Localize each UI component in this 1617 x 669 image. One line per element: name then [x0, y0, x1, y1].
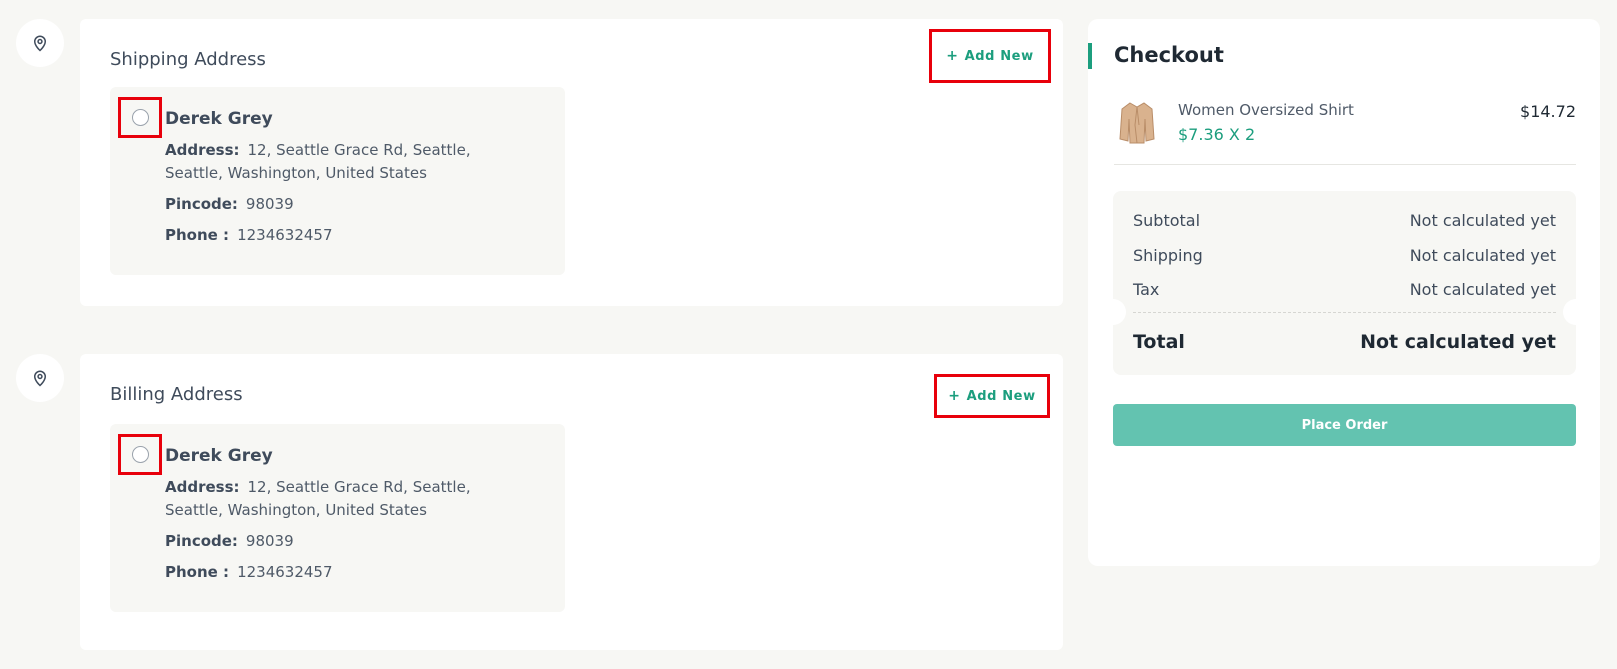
summary-total-row: Total Not calculated yet: [1133, 331, 1556, 353]
shipping-phone: Phone : 1234632457: [165, 224, 333, 247]
billing-address-line: Address: 12, Seattle Grace Rd, Seattle,: [165, 476, 471, 499]
shipping-address-line: Address: 12, Seattle Grace Rd, Seattle,: [165, 139, 471, 162]
summary-row-tax: Tax Not calculated yet: [1133, 280, 1556, 299]
shipping-address-name: Derek Grey: [165, 109, 273, 129]
billing-add-new-button[interactable]: + Add New: [934, 374, 1050, 418]
billing-pincode: Pincode: 98039: [165, 530, 294, 553]
plus-icon: +: [946, 48, 959, 64]
billing-phone: Phone : 1234632457: [165, 561, 333, 584]
place-order-button[interactable]: Place Order: [1113, 404, 1576, 446]
total-label: Total: [1133, 331, 1185, 353]
pincode-label: Pincode:: [165, 532, 238, 550]
pincode-value: 98039: [245, 532, 294, 550]
checkout-accent-bar: [1088, 43, 1092, 69]
shipping-add-new-button[interactable]: + Add New: [929, 29, 1051, 83]
order-summary: Subtotal Not calculated yet Shipping Not…: [1100, 191, 1589, 375]
pincode-value: 98039: [245, 195, 294, 213]
shipping-address-line2: Seattle, Washington, United States: [165, 164, 427, 182]
pincode-label: Pincode:: [165, 195, 238, 213]
billing-address-card[interactable]: Derek Grey Address: 12, Seattle Grace Rd,…: [110, 424, 565, 612]
checkout-panel: Checkout Women Oversized Shirt $7.36 X 2…: [1088, 19, 1600, 566]
summary-value: Not calculated yet: [1409, 246, 1556, 265]
shipping-pincode: Pincode: 98039: [165, 193, 294, 216]
shipping-address-title: Shipping Address: [110, 49, 266, 70]
radio-circle: [131, 446, 149, 463]
address-line1: 12, Seattle Grace Rd, Seattle,: [247, 478, 471, 496]
address-label: Address:: [165, 478, 240, 496]
phone-value: 1234632457: [237, 563, 333, 581]
phone-value: 1234632457: [237, 226, 333, 244]
summary-row-subtotal: Subtotal Not calculated yet: [1133, 211, 1556, 230]
summary-label: Shipping: [1133, 246, 1203, 265]
address-label: Address:: [165, 141, 240, 159]
billing-address-panel: Billing Address + Add New Derek Grey Add…: [80, 354, 1063, 650]
summary-value: Not calculated yet: [1409, 211, 1556, 230]
billing-address-radio[interactable]: [118, 434, 162, 475]
ticket-notch-right: [1563, 299, 1589, 325]
summary-row-shipping: Shipping Not calculated yet: [1133, 246, 1556, 265]
shipping-address-card[interactable]: Derek Grey Address: 12, Seattle Grace Rd,…: [110, 87, 565, 275]
shirt-thumbnail[interactable]: [1118, 99, 1156, 145]
total-value: Not calculated yet: [1360, 331, 1556, 353]
phone-label: Phone :: [165, 226, 230, 244]
summary-value: Not calculated yet: [1409, 280, 1556, 299]
checkout-title: Checkout: [1114, 43, 1224, 67]
item-total: $14.72: [1520, 102, 1576, 121]
shipping-add-new-label: Add New: [964, 48, 1034, 64]
plus-icon: +: [948, 388, 961, 404]
ticket-notch-left: [1100, 299, 1126, 325]
location-pin-icon: [16, 19, 64, 67]
billing-address-title: Billing Address: [110, 384, 243, 405]
shipping-address-radio[interactable]: [118, 97, 162, 138]
billing-address-name: Derek Grey: [165, 446, 273, 466]
address-line1: 12, Seattle Grace Rd, Seattle,: [247, 141, 471, 159]
billing-address-line2: Seattle, Washington, United States: [165, 501, 427, 519]
radio-circle: [131, 109, 149, 126]
phone-label: Phone :: [165, 563, 230, 581]
item-name: Women Oversized Shirt: [1178, 101, 1354, 119]
summary-label: Subtotal: [1133, 211, 1201, 230]
shipping-address-panel: Shipping Address + Add New Derek Grey Ad…: [80, 19, 1063, 306]
summary-label: Tax: [1133, 280, 1160, 299]
dashed-divider: [1133, 312, 1556, 313]
billing-add-new-label: Add New: [966, 388, 1036, 404]
item-price-quantity: $7.36 X 2: [1178, 125, 1256, 144]
location-pin-icon: [16, 354, 64, 402]
divider: [1114, 164, 1576, 165]
